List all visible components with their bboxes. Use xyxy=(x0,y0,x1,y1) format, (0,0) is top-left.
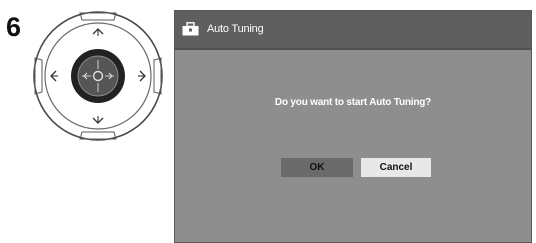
remote-navigation-pad xyxy=(33,11,163,141)
cancel-button[interactable]: Cancel xyxy=(361,158,431,177)
dialog-question: Do you want to start Auto Tuning? xyxy=(274,97,432,108)
dialog-title-bar: Auto Tuning xyxy=(175,11,531,50)
dialog-title: Auto Tuning xyxy=(207,23,264,35)
enter-button[interactable] xyxy=(71,49,125,103)
auto-tuning-dialog: Auto Tuning Do you want to start Auto Tu… xyxy=(174,10,532,243)
ok-button[interactable]: OK xyxy=(281,158,353,177)
toolbox-icon xyxy=(182,22,199,36)
step-number: 6 xyxy=(6,12,22,42)
